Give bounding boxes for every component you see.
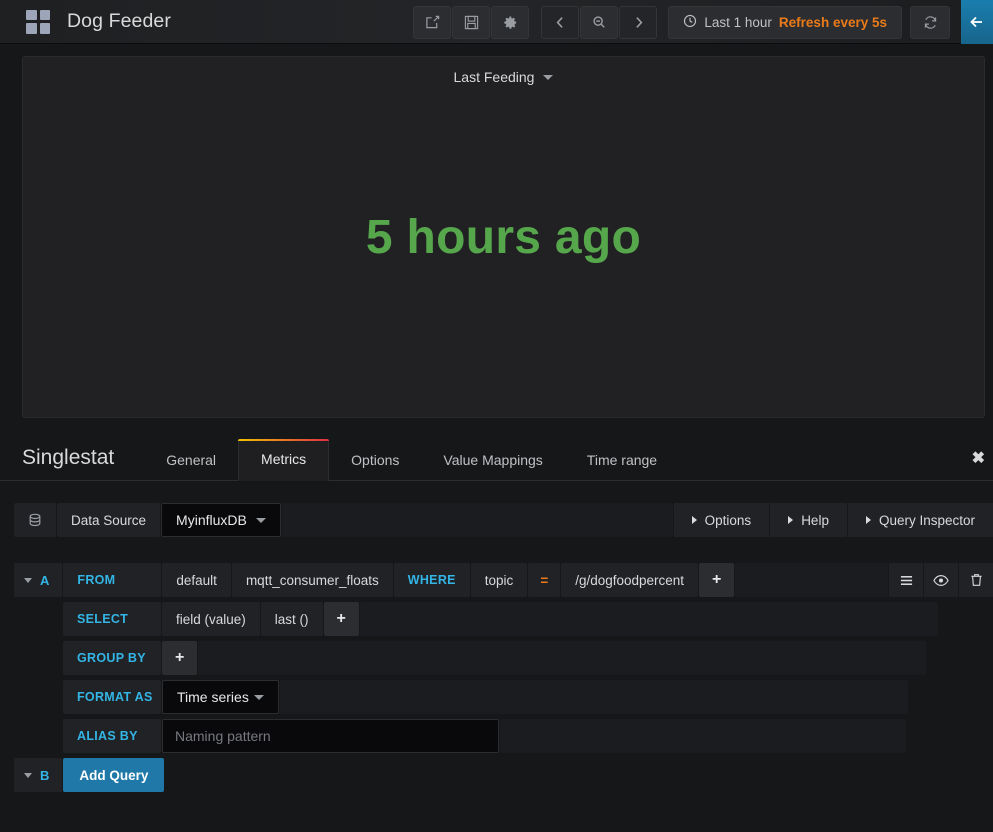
toggle-query-visibility-button[interactable] xyxy=(924,563,958,597)
dashboard-settings-button[interactable] xyxy=(491,6,529,39)
chevron-right-icon xyxy=(788,516,793,524)
collapse-sidebar-button[interactable] xyxy=(961,0,993,44)
dashboard-brand[interactable]: Dog Feeder xyxy=(0,10,171,34)
panel-preview-area: Last Feeding 5 hours ago xyxy=(0,44,993,418)
query-row-a-formatas: FORMAT AS Time series xyxy=(14,680,993,714)
where-value-segment[interactable]: /g/dogfoodpercent xyxy=(561,563,698,597)
tab-value-mappings[interactable]: Value Mappings xyxy=(421,452,564,481)
add-group-by-button[interactable]: + xyxy=(162,641,197,675)
from-measurement-segment[interactable]: mqtt_consumer_floats xyxy=(232,563,393,597)
tab-general[interactable]: General xyxy=(144,452,238,481)
time-range-picker[interactable]: Last 1 hour Refresh every 5s xyxy=(668,6,902,39)
groupby-row-spacer xyxy=(198,641,926,675)
where-field-segment[interactable]: topic xyxy=(471,563,528,597)
time-shift-forward-button[interactable] xyxy=(619,6,657,39)
clock-icon xyxy=(683,14,697,31)
where-keyword: WHERE xyxy=(394,563,470,597)
chevron-down-icon xyxy=(254,695,264,700)
group-by-keyword: GROUP BY xyxy=(63,641,161,675)
options-section-label: Options xyxy=(705,513,752,528)
share-dashboard-button[interactable] xyxy=(413,6,451,39)
add-where-clause-button[interactable]: + xyxy=(699,563,734,597)
dashboard-title: Dog Feeder xyxy=(67,10,171,33)
aliasby-row-spacer xyxy=(500,719,906,753)
tab-time-range[interactable]: Time range xyxy=(565,452,679,481)
alias-by-input[interactable] xyxy=(162,719,499,753)
time-shift-back-button[interactable] xyxy=(541,6,579,39)
select-row-spacer xyxy=(360,602,938,636)
query-row-a-groupby: GROUP BY + xyxy=(14,641,993,675)
from-keyword: FROM xyxy=(63,563,161,597)
add-select-part-button[interactable]: + xyxy=(324,602,359,636)
select-function-segment[interactable]: last () xyxy=(261,602,323,636)
query-row-a-from: A FROM default mqtt_consumer_floats WHER… xyxy=(14,563,993,597)
alias-by-keyword: ALIAS BY xyxy=(63,719,161,753)
panel-editor: Singlestat General Metrics Options Value… xyxy=(0,436,993,792)
database-icon xyxy=(14,503,56,537)
save-dashboard-button[interactable] xyxy=(452,6,490,39)
editor-panel-type: Singlestat xyxy=(22,446,144,480)
row-indent xyxy=(14,719,62,753)
chevron-down-icon xyxy=(256,518,266,523)
add-query-button[interactable]: Add Query xyxy=(63,758,164,792)
from-row-spacer xyxy=(735,563,888,597)
row-indent xyxy=(14,641,62,675)
remove-query-button[interactable] xyxy=(959,563,993,597)
editor-tabs: Singlestat General Metrics Options Value… xyxy=(0,436,993,481)
query-inspector-section-label: Query Inspector xyxy=(879,513,975,528)
formatas-row-spacer xyxy=(280,680,908,714)
row-indent xyxy=(14,602,62,636)
query-a-letter: A xyxy=(40,573,49,588)
singlestat-body: 5 hours ago xyxy=(23,57,984,417)
datasource-select[interactable]: MyinfluxDB xyxy=(161,503,281,537)
top-navbar: Dog Feeder xyxy=(0,0,993,44)
help-section-label: Help xyxy=(801,513,829,528)
refresh-now-button[interactable] xyxy=(910,6,950,39)
time-range-label: Last 1 hour xyxy=(704,15,772,30)
query-row-a-aliasby: ALIAS BY xyxy=(14,719,993,753)
navbar-actions: Last 1 hour Refresh every 5s xyxy=(413,0,993,44)
zoom-out-button[interactable] xyxy=(580,6,618,39)
query-b-toggle[interactable]: B xyxy=(14,758,62,792)
chevron-right-icon xyxy=(866,516,871,524)
close-editor-button[interactable]: ✖ xyxy=(972,448,985,468)
format-as-value: Time series xyxy=(177,689,249,705)
singlestat-panel: Last Feeding 5 hours ago xyxy=(22,56,985,418)
select-field-segment[interactable]: field (value) xyxy=(162,602,260,636)
tab-options[interactable]: Options xyxy=(329,452,421,481)
datasource-label: Data Source xyxy=(57,503,160,537)
chevron-right-icon xyxy=(692,516,697,524)
query-editor-rows: A FROM default mqtt_consumer_floats WHER… xyxy=(0,537,993,792)
options-section-toggle[interactable]: Options xyxy=(674,503,770,537)
query-row-b-add: B Add Query xyxy=(14,758,993,792)
refresh-interval-label: Refresh every 5s xyxy=(779,15,887,30)
dashboard-grid-icon xyxy=(26,10,50,34)
chevron-down-icon xyxy=(24,773,32,778)
query-row-a-select: SELECT field (value) last () + xyxy=(14,602,993,636)
tab-metrics[interactable]: Metrics xyxy=(238,439,329,481)
row-indent xyxy=(14,680,62,714)
from-policy-segment[interactable]: default xyxy=(162,563,231,597)
help-section-toggle[interactable]: Help xyxy=(770,503,847,537)
datasource-selected-value: MyinfluxDB xyxy=(176,512,247,528)
select-keyword: SELECT xyxy=(63,602,161,636)
datasource-row-spacer xyxy=(282,503,673,537)
format-as-select[interactable]: Time series xyxy=(162,680,279,714)
time-zoom-group xyxy=(541,6,657,39)
toggle-text-edit-mode-button[interactable] xyxy=(889,563,923,597)
chevron-down-icon xyxy=(24,578,32,583)
singlestat-value: 5 hours ago xyxy=(366,210,641,265)
format-as-keyword: FORMAT AS xyxy=(63,680,161,714)
query-inspector-section-toggle[interactable]: Query Inspector xyxy=(848,503,993,537)
query-a-toggle[interactable]: A xyxy=(14,563,62,597)
datasource-row: Data Source MyinfluxDB Options Help Quer… xyxy=(0,481,993,537)
query-b-letter: B xyxy=(40,768,49,783)
query-sections: Options Help Query Inspector xyxy=(674,503,993,537)
where-operator-segment[interactable]: = xyxy=(528,563,560,597)
